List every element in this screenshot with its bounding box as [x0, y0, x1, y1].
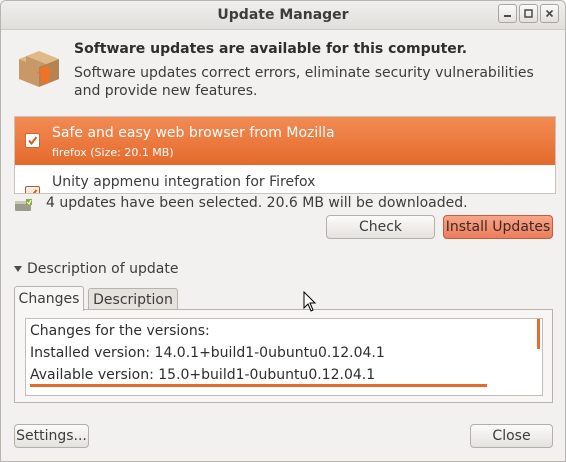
window-controls [498, 4, 559, 23]
selection-status: 4 updates have been selected. 20.6 MB wi… [46, 195, 468, 211]
checkbox-checked-icon [28, 136, 38, 146]
maximize-button[interactable] [519, 4, 538, 23]
update-name: Unity appmenu integration for Firefox [52, 174, 316, 190]
changes-panel: Changes for the versions: Installed vers… [14, 309, 553, 403]
download-status-icon [15, 199, 32, 211]
update-checkbox-firefox[interactable] [25, 133, 40, 148]
close-button[interactable]: Close [470, 424, 553, 448]
package-icon [19, 51, 59, 87]
installed-version: Installed version: 14.0.1+build1-0ubuntu… [30, 345, 385, 361]
vertical-scrollbar[interactable] [537, 319, 540, 349]
settings-button[interactable]: Settings... [14, 424, 89, 448]
update-row-appmenu[interactable]: Unity appmenu integration for Firefox [15, 165, 555, 193]
update-manager-window: Update Manager Software updates are avai… [0, 0, 566, 462]
window-title: Update Manager [217, 7, 349, 23]
description-expander[interactable]: Description of update [14, 261, 178, 277]
minimize-icon [504, 15, 511, 17]
close-icon [545, 9, 554, 18]
close-window-button[interactable] [540, 4, 559, 23]
update-checkbox-appmenu[interactable] [25, 186, 40, 193]
changes-textview[interactable]: Changes for the versions: Installed vers… [25, 318, 543, 396]
updates-list[interactable]: Safe and easy web browser from Mozilla f… [14, 116, 556, 194]
expander-arrow-icon [14, 266, 22, 272]
horizontal-scrollbar[interactable] [30, 384, 487, 387]
expander-label: Description of update [27, 261, 179, 277]
tab-description[interactable]: Description [88, 288, 178, 310]
update-row-firefox[interactable]: Safe and easy web browser from Mozilla f… [15, 117, 555, 165]
title-bar: Update Manager [1, 1, 565, 30]
checkbox-checked-icon [29, 189, 38, 193]
update-name: Safe and easy web browser from Mozilla [52, 125, 335, 141]
changes-heading: Changes for the versions: [30, 323, 210, 339]
install-updates-button[interactable]: Install Updates [443, 215, 553, 239]
header-title: Software updates are available for this … [74, 41, 468, 57]
mouse-pointer-icon [303, 291, 317, 312]
header-description: Software updates correct errors, elimina… [74, 65, 534, 99]
check-button[interactable]: Check [326, 215, 435, 239]
minimize-button[interactable] [498, 4, 517, 23]
available-version: Available version: 15.0+build1-0ubuntu0.… [30, 367, 376, 383]
update-detail: firefox (Size: 20.1 MB) [52, 146, 174, 159]
maximize-icon [524, 9, 533, 18]
tab-changes[interactable]: Changes [14, 286, 84, 311]
